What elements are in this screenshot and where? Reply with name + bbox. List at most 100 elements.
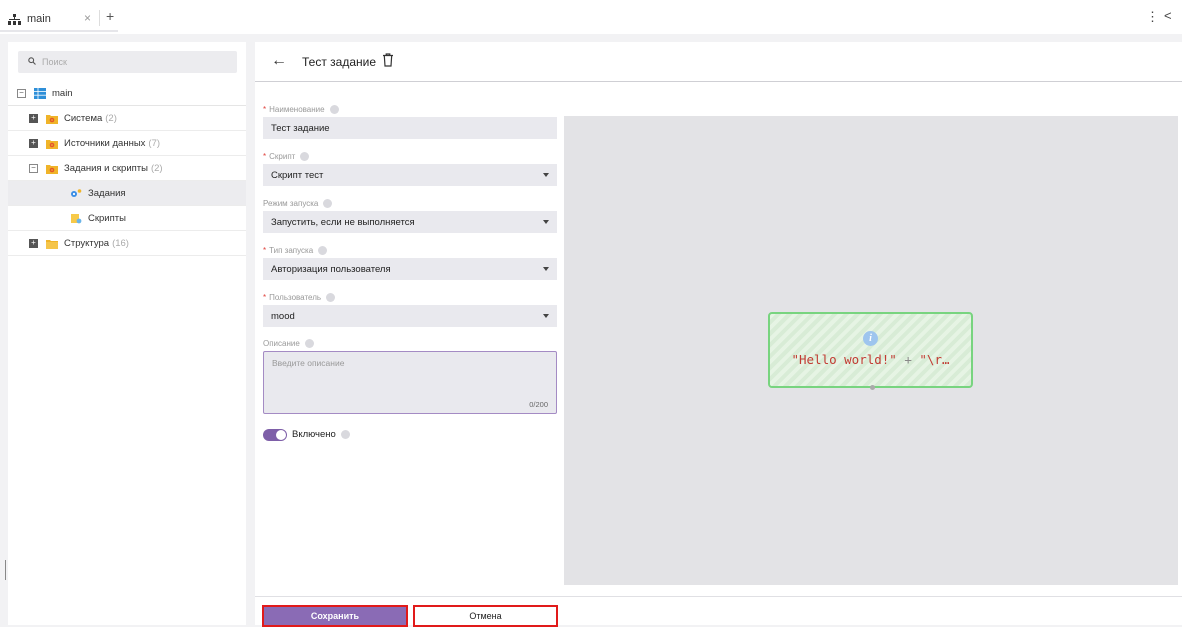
dropdown-arrow-icon — [543, 314, 549, 318]
run-mode-select[interactable]: Запустить, если не выполняется — [263, 211, 557, 233]
help-icon[interactable] — [318, 246, 328, 255]
search-icon — [28, 57, 36, 67]
name-label-text: Наименование — [269, 105, 325, 114]
tasks-icon — [71, 188, 82, 197]
cancel-button[interactable]: Отмена — [413, 605, 558, 627]
folder-gear-icon — [46, 139, 58, 149]
folder-gear-icon — [46, 114, 58, 124]
save-button[interactable]: Сохранить — [262, 605, 408, 627]
required-marker: * — [263, 152, 267, 161]
collapse-toggle-icon[interactable]: − — [29, 163, 38, 173]
name-value: Тест задание — [271, 122, 330, 134]
help-icon[interactable] — [326, 293, 336, 302]
help-icon[interactable] — [323, 199, 333, 208]
enabled-toggle[interactable] — [263, 429, 287, 441]
description-label: Описание — [263, 339, 314, 348]
expand-toggle-icon[interactable]: + — [29, 113, 38, 123]
search-input[interactable] — [42, 57, 222, 67]
tab-separator — [99, 10, 100, 26]
help-icon[interactable] — [304, 339, 314, 348]
page-title: Тест задание — [302, 55, 377, 69]
node-code: "Hello world!" + "\r… — [791, 352, 949, 367]
footer-divider — [255, 596, 1182, 597]
description-textarea[interactable]: Введите описание 0/200 — [263, 351, 557, 414]
toggle-knob — [276, 430, 286, 440]
tree-item-label: Задания — [88, 187, 126, 199]
description-label-text: Описание — [263, 339, 300, 348]
add-tab-icon[interactable]: + — [106, 8, 114, 24]
required-marker: * — [263, 293, 267, 302]
table-icon — [34, 87, 46, 99]
page-header — [255, 42, 1182, 82]
dropdown-arrow-icon — [543, 173, 549, 177]
tree-item-count: (7) — [148, 137, 161, 149]
tree-item-label: Система — [64, 112, 103, 124]
tab-main[interactable]: main — [8, 8, 51, 30]
script-label: * Скрипт — [263, 152, 310, 161]
tree-item-count: (2) — [105, 112, 117, 124]
collapse-toggle-icon[interactable]: − — [17, 88, 26, 98]
tab-underline — [0, 30, 118, 32]
tree-item-count: (2) — [150, 162, 163, 174]
char-counter: 0/200 — [529, 400, 548, 409]
tab-main-label: main — [27, 13, 51, 25]
collapse-panel-icon[interactable]: < — [1164, 8, 1172, 23]
dropdown-arrow-icon — [543, 220, 549, 224]
tab-close-icon[interactable]: × — [84, 11, 91, 25]
trash-icon[interactable] — [382, 53, 394, 72]
node-code-operator: + — [896, 352, 920, 367]
node-output-port[interactable] — [870, 385, 875, 390]
tree-item-label: Задания и скрипты — [64, 162, 148, 174]
expand-toggle-icon[interactable]: + — [29, 138, 38, 148]
required-marker: * — [263, 246, 267, 255]
tree-item-main[interactable]: − main — [8, 81, 246, 106]
user-label-text: Пользователь — [269, 293, 322, 302]
run-type-value: Авторизация пользователя — [271, 263, 391, 275]
expand-toggle-icon[interactable]: + — [29, 238, 38, 248]
tree-item-data-sources[interactable]: + Источники данных (7) — [8, 131, 246, 156]
folder-icon — [46, 239, 58, 249]
required-marker: * — [263, 105, 267, 114]
run-type-label: * Тип запуска — [263, 246, 328, 255]
tree-item-scripts[interactable]: Скрипты — [8, 206, 246, 231]
tree-item-structure[interactable]: + Структура (16) — [8, 231, 246, 256]
tree-item-tasks[interactable]: Задания — [8, 181, 246, 206]
tree-item-label: main — [52, 87, 73, 99]
run-type-label-text: Тип запуска — [269, 246, 314, 255]
name-field[interactable]: Тест задание — [263, 117, 557, 139]
node-code-string: "Hello world!" — [791, 352, 897, 367]
tree-item-sistema[interactable]: + Система (2) — [8, 106, 246, 131]
name-label: * Наименование — [263, 105, 339, 114]
tree-item-label: Источники данных — [64, 137, 146, 149]
script-select[interactable]: Скрипт тест — [263, 164, 557, 186]
description-placeholder: Введите описание — [272, 358, 345, 368]
tree-item-tasks-scripts[interactable]: − Задания и скрипты (2) — [8, 156, 246, 181]
more-menu-icon[interactable]: ⋮ — [1146, 9, 1159, 25]
user-value: mood — [271, 310, 295, 322]
search-box[interactable] — [18, 51, 237, 73]
back-arrow-icon[interactable]: ← — [271, 52, 287, 70]
hierarchy-icon — [8, 13, 21, 25]
run-mode-label-text: Режим запуска — [263, 199, 319, 208]
enabled-label: Включено — [292, 429, 350, 440]
help-icon[interactable] — [300, 152, 310, 161]
run-mode-value: Запустить, если не выполняется — [271, 216, 415, 228]
scroll-marker — [5, 560, 6, 580]
user-select[interactable]: mood — [263, 305, 557, 327]
node-code-rest: "\r… — [919, 352, 950, 367]
script-label-text: Скрипт — [269, 152, 296, 161]
help-icon[interactable] — [329, 105, 339, 114]
tree-item-label: Структура — [64, 237, 110, 249]
run-mode-label: Режим запуска — [263, 199, 333, 208]
info-icon: i — [863, 331, 878, 346]
help-icon[interactable] — [340, 430, 350, 439]
user-label: * Пользователь — [263, 293, 336, 302]
script-node[interactable]: i "Hello world!" + "\r… — [768, 312, 973, 390]
enabled-label-text: Включено — [292, 429, 336, 440]
script-value: Скрипт тест — [271, 169, 324, 181]
scripts-icon — [71, 213, 82, 223]
top-tab-bar: main × + ⋮ < — [0, 0, 1182, 34]
tree-item-count: (16) — [112, 237, 129, 249]
run-type-select[interactable]: Авторизация пользователя — [263, 258, 557, 280]
folder-gear-icon — [46, 164, 58, 174]
